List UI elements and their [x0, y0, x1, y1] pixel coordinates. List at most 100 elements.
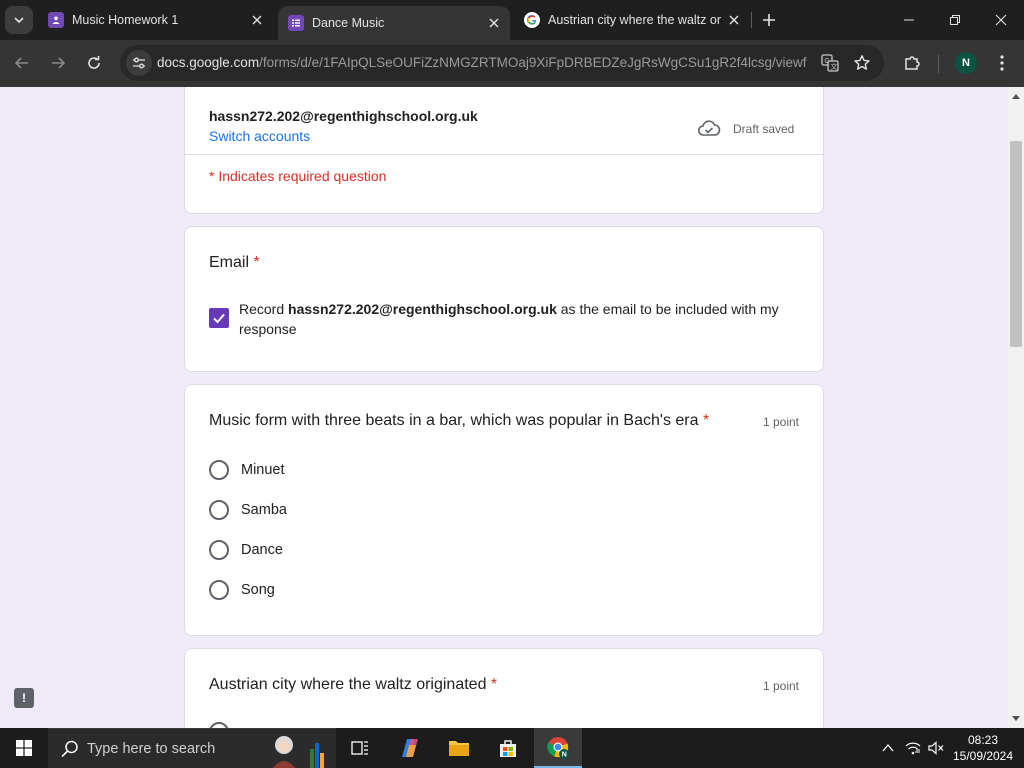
network-icon[interactable] [905, 740, 921, 756]
option-minuet[interactable]: Minuet [209, 458, 285, 482]
tab-title: Music Homework 1 [72, 13, 179, 27]
feedback-icon[interactable]: ! [14, 688, 34, 708]
forward-button[interactable] [44, 49, 72, 77]
triangle-down-icon [1012, 716, 1020, 721]
restore-icon [950, 15, 960, 25]
folder-icon [449, 741, 469, 756]
points-label: 1 point [762, 679, 799, 693]
option-song[interactable]: Song [209, 578, 275, 602]
taskbar-clock[interactable]: 08:23 15/09/2024 [948, 732, 1018, 764]
address-bar[interactable]: docs.google.com/forms/d/e/1FAIpQLSeOUFiZ… [120, 45, 884, 81]
required-note: * Indicates required question [209, 168, 387, 184]
scrollbar-thumb[interactable] [1010, 141, 1022, 347]
account-email: hassn272.202@regenthighschool.org.uk [209, 108, 478, 124]
chrome-app[interactable]: N [534, 728, 582, 768]
profile-avatar[interactable]: N [955, 52, 977, 74]
tab-music-homework[interactable]: Music Homework 1 [38, 0, 273, 40]
check-icon [213, 313, 225, 324]
forms-purple-icon [288, 15, 304, 31]
minimize-icon [904, 19, 914, 21]
form-header-card: hassn272.202@regenthighschool.org.uk Swi… [184, 87, 824, 214]
three-dots-vertical-icon [1000, 55, 1004, 71]
microsoft-store-app[interactable] [484, 728, 532, 768]
extensions-button[interactable] [898, 49, 926, 77]
question-title-text: Email [209, 254, 250, 271]
start-button[interactable] [0, 728, 48, 768]
question-title: Austrian city where the waltz originated… [209, 676, 497, 694]
store-icon [500, 740, 516, 757]
taskbar-search-box[interactable]: Type here to search [48, 728, 336, 768]
svg-text:N: N [562, 752, 567, 759]
radio-button[interactable] [209, 580, 229, 600]
tab-search-button[interactable] [5, 6, 33, 34]
svg-text:文: 文 [831, 62, 838, 71]
reload-icon [88, 56, 100, 69]
back-button[interactable] [8, 49, 36, 77]
close-icon[interactable] [249, 12, 265, 28]
option-dance[interactable]: Dance [209, 538, 283, 562]
option-label: Dance [241, 542, 283, 558]
chrome-icon: N [547, 737, 569, 759]
tune-icon [133, 57, 145, 69]
radio-button[interactable] [209, 500, 229, 520]
record-email-checkbox[interactable] [209, 308, 229, 328]
tab-separator [751, 12, 752, 28]
record-email-label[interactable]: Record hassn272.202@regenthighschool.org… [239, 299, 799, 339]
switch-accounts-link[interactable]: Switch accounts [209, 128, 310, 144]
option-samba[interactable]: Samba [209, 498, 287, 522]
copilot-app[interactable] [386, 728, 434, 768]
file-explorer-app[interactable] [435, 728, 483, 768]
tab-strip: Music Homework 1 Dance Music Austrian ci… [0, 0, 1024, 40]
radio-button[interactable] [209, 540, 229, 560]
question-card-austrian-city: Austrian city where the waltz originated… [184, 648, 824, 728]
restore-button[interactable] [932, 0, 978, 40]
chevron-down-icon [14, 17, 24, 24]
forms-purple-icon [48, 12, 64, 28]
url-text[interactable]: docs.google.com/forms/d/e/1FAIpQLSeOUFiZ… [157, 55, 807, 70]
option-label: Minuet [241, 462, 285, 478]
option-partial[interactable] [209, 720, 229, 728]
minimize-button[interactable] [886, 0, 932, 40]
site-info-button[interactable] [126, 50, 152, 76]
option-label: Samba [241, 502, 287, 518]
required-star: * [253, 254, 260, 271]
search-placeholder: Type here to search [87, 741, 216, 757]
question-title-text: Music form with three beats in a bar, wh… [209, 412, 699, 429]
close-icon [995, 14, 1007, 26]
search-icon [61, 740, 78, 758]
tab-austrian-city[interactable]: Austrian city where the waltz or [514, 0, 750, 40]
cloud-saved-icon [697, 120, 721, 136]
bookmark-star-icon[interactable] [852, 53, 872, 73]
search-highlight-icon [272, 736, 324, 768]
clock-time: 08:23 [967, 733, 999, 747]
tab-dance-music[interactable]: Dance Music [278, 6, 510, 40]
task-view-button[interactable] [336, 728, 384, 768]
browser-menu-button[interactable] [988, 49, 1016, 77]
form-page: hassn272.202@regenthighschool.org.uk Swi… [0, 87, 1008, 728]
close-icon[interactable] [486, 15, 502, 31]
scroll-up-arrow[interactable] [1008, 88, 1024, 104]
close-icon[interactable] [726, 12, 742, 28]
record-prefix: Record [239, 301, 289, 317]
email-question-card: Email * Record hassn272.202@regenthighsc… [184, 226, 824, 372]
triangle-up-icon [1012, 94, 1020, 99]
close-window-button[interactable] [978, 0, 1024, 40]
url-host: docs.google.com [157, 55, 260, 70]
record-email: hassn272.202@regenthighschool.org.uk [288, 301, 557, 317]
tab-title: Austrian city where the waltz or [548, 13, 721, 27]
reload-button[interactable] [80, 49, 108, 77]
new-tab-button[interactable] [757, 8, 781, 32]
chevron-up-icon[interactable] [880, 740, 896, 756]
volume-muted-icon[interactable] [928, 740, 944, 756]
question-title: Music form with three beats in a bar, wh… [209, 412, 709, 430]
browser-toolbar: docs.google.com/forms/d/e/1FAIpQLSeOUFiZ… [0, 40, 1024, 87]
question-title: Email * [209, 254, 260, 272]
translate-icon[interactable]: G文 [820, 53, 840, 73]
radio-button[interactable] [209, 460, 229, 480]
scroll-down-arrow[interactable] [1008, 711, 1024, 727]
task-view-icon [351, 741, 368, 755]
arrow-left-icon [14, 57, 28, 69]
required-star: * [490, 676, 498, 693]
url-path: /forms/d/e/1FAIpQLSeOUFiZzNMGZRTMOaj9XiF… [259, 55, 807, 70]
divider [185, 154, 823, 155]
